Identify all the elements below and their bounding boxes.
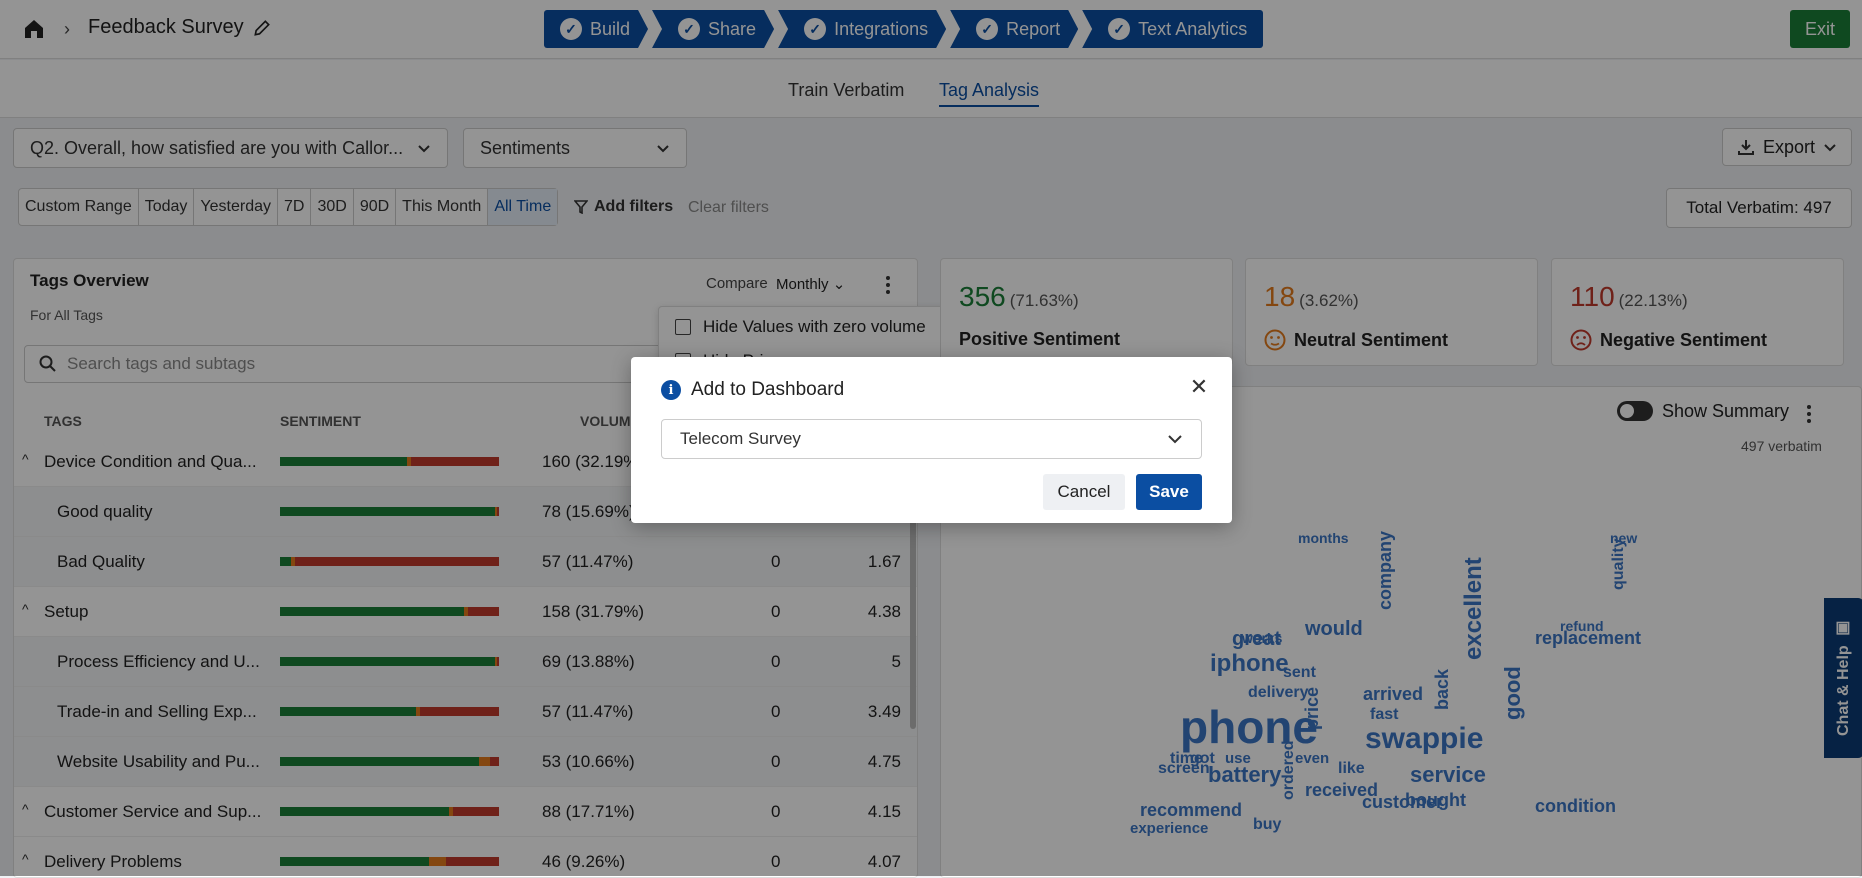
save-button[interactable]: Save: [1136, 474, 1202, 510]
modal-title: i Add to Dashboard: [661, 379, 844, 401]
chevron-down-icon: [1168, 435, 1182, 444]
cancel-button[interactable]: Cancel: [1043, 474, 1125, 510]
info-icon: i: [661, 380, 681, 400]
dashboard-select[interactable]: Telecom Survey: [661, 419, 1202, 459]
close-icon[interactable]: ✕: [1187, 375, 1211, 399]
add-to-dashboard-modal: i Add to Dashboard ✕ Telecom Survey Canc…: [631, 357, 1232, 523]
dashboard-select-value: Telecom Survey: [680, 429, 801, 448]
modal-title-text: Add to Dashboard: [691, 379, 845, 400]
